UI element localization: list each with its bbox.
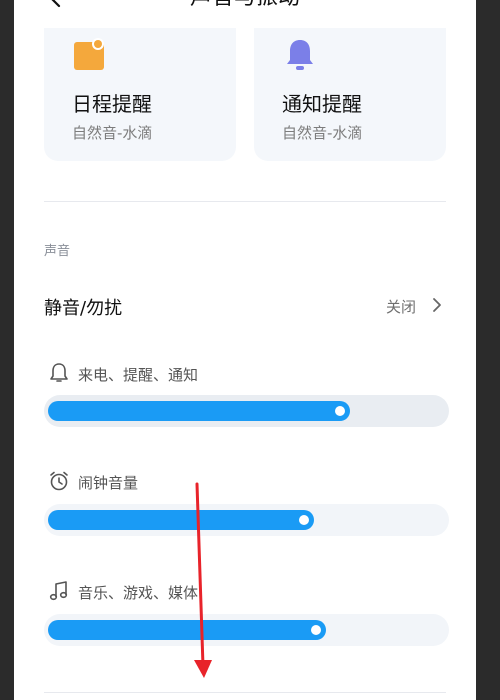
volume-label-text: 来电、提醒、通知 <box>78 366 199 384</box>
slider-knob[interactable] <box>335 406 345 416</box>
slider-fill <box>48 401 350 421</box>
card-subtitle: 自然音-水滴 <box>282 124 363 142</box>
divider <box>44 692 446 693</box>
settings-screen: 声音与振动 日程提醒 自然音-水滴 通知提醒 自然音-水滴 声音 静音/勿扰 关… <box>14 0 476 700</box>
music-note-icon <box>49 581 68 601</box>
alarm-clock-icon <box>50 471 68 491</box>
row-title: 静音/勿扰 <box>44 298 123 319</box>
row-value: 关闭 <box>385 298 416 316</box>
ring-volume-slider[interactable] <box>44 395 449 427</box>
page-title: 声音与振动 <box>14 0 476 10</box>
slider-fill <box>48 620 326 640</box>
section-label: 声音 <box>44 244 71 259</box>
alarm-volume-slider[interactable] <box>44 504 449 536</box>
bell-outline-icon <box>50 363 68 382</box>
notification-reminder-card[interactable]: 通知提醒 自然音-水滴 <box>254 28 446 161</box>
silent-dnd-row[interactable]: 静音/勿扰 关闭 <box>44 286 446 326</box>
card-subtitle: 自然音-水滴 <box>72 124 153 142</box>
volume-label-text: 音乐、游戏、媒体 <box>78 584 199 602</box>
media-volume-label: 音乐、游戏、媒体 <box>44 580 344 604</box>
slider-fill <box>48 510 314 530</box>
top-bar: 声音与振动 <box>14 0 476 14</box>
chevron-right-icon <box>433 298 441 312</box>
media-volume-slider[interactable] <box>44 614 449 646</box>
card-title: 日程提醒 <box>72 92 152 116</box>
alarm-volume-label: 闹钟音量 <box>44 470 344 494</box>
slider-knob[interactable] <box>299 515 309 525</box>
volume-label-text: 闹钟音量 <box>78 474 139 492</box>
schedule-reminder-card[interactable]: 日程提醒 自然音-水滴 <box>44 28 236 161</box>
calendar-icon <box>74 38 104 70</box>
bell-icon <box>287 40 313 70</box>
slider-knob[interactable] <box>311 625 321 635</box>
ring-volume-label: 来电、提醒、通知 <box>44 362 344 386</box>
card-title: 通知提醒 <box>282 92 362 116</box>
divider <box>44 201 446 202</box>
